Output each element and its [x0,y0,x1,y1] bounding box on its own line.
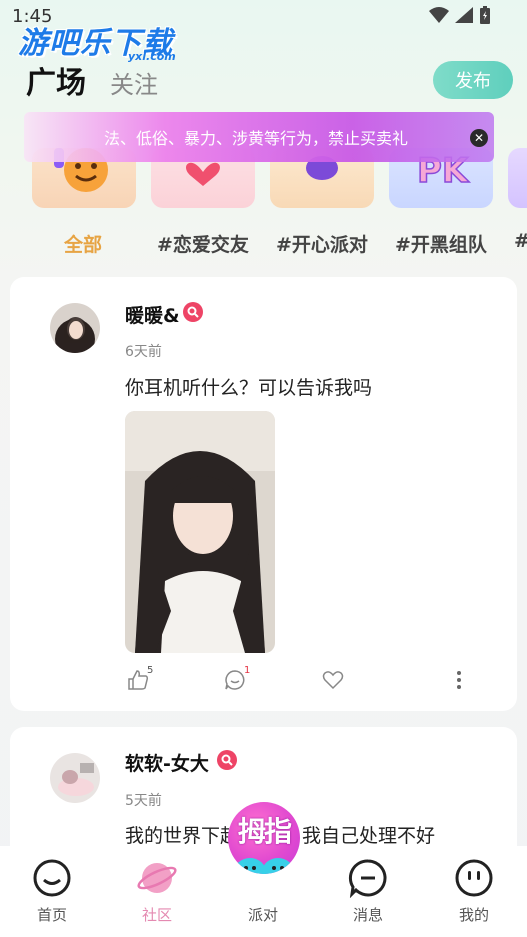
status-icons [429,6,491,24]
avatar[interactable] [50,303,100,353]
nav-community[interactable]: 社区 [117,858,197,925]
smile-icon [33,859,71,897]
notice-text: 法、低俗、暴力、涉黄等行为，禁止买卖礼 [104,129,409,148]
like-button[interactable]: 5 [127,665,153,691]
nav-party-label: 派对 [247,906,278,924]
nav-home[interactable]: 首页 [12,858,92,925]
nav-community-label: 社区 [141,906,172,924]
tab-square[interactable]: 广场 [26,58,86,102]
post-image[interactable] [125,411,275,653]
comment-button[interactable]: 1 [224,665,250,691]
nav-home-label: 首页 [36,906,67,924]
watermark-logo: 游吧乐下载 yxl.com [18,18,176,63]
avatar-image [50,753,100,803]
tab-follow[interactable]: 关注 [110,65,158,100]
topic-all[interactable]: 全部 [64,230,102,257]
verified-badge-icon [217,750,237,770]
topic-tabs: 全部 #恋爱交友 #开心派对 #开黑组队 # [0,230,527,260]
username[interactable]: 暖暖& [125,301,180,328]
avatar-image [50,303,100,353]
planet-icon [137,863,177,893]
post-card[interactable]: 暖暖& 6天前 你耳机听什么？可以告诉我吗 5 1 [10,277,517,711]
favorite-button[interactable] [322,669,344,691]
post-time: 6天前 [125,344,162,360]
comment-icon [225,670,245,690]
like-count: 5 [147,665,154,676]
nav-mine[interactable]: 我的 [434,858,514,925]
message-icon [348,859,387,898]
post-photo [125,411,275,653]
avatar[interactable] [50,753,100,803]
nav-mine-label: 我的 [458,906,489,924]
nav-messages[interactable]: 消息 [328,858,408,925]
topic-dating[interactable]: #恋爱交友 [157,230,249,257]
comment-count: 1 [244,665,251,676]
banner-card-more[interactable] [508,148,527,208]
signal-icon [455,7,473,23]
wifi-icon [429,7,449,23]
profile-face-icon [455,859,493,897]
header-tabs: 广场 关注 [26,58,158,102]
battery-icon [480,6,490,24]
post-text: 你耳机听什么？可以告诉我吗 [125,377,373,399]
topic-more[interactable]: # [514,230,527,252]
notice-bar: 法、低俗、暴力、涉黄等行为，禁止买卖礼 [24,112,494,162]
close-icon[interactable]: ✕ [470,129,488,147]
character-icon [234,858,294,874]
more-vertical-icon [457,671,461,689]
more-button[interactable] [456,669,462,691]
nav-messages-label: 消息 [352,906,383,924]
party-center-button[interactable]: 拇指 [228,802,300,874]
topic-team[interactable]: #开黑组队 [395,230,487,257]
verified-badge-icon [183,302,203,322]
heart-outline-icon [322,671,344,690]
username[interactable]: 软软-女大 [125,749,209,776]
post-time: 5天前 [125,793,162,809]
thumbs-up-icon [128,670,149,690]
topic-party[interactable]: #开心派对 [276,230,368,257]
publish-button[interactable]: 发布 [433,61,513,99]
